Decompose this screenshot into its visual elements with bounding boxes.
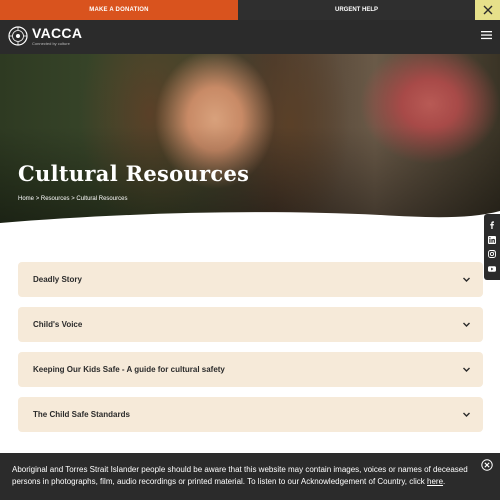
site-header: VACCA Connected by culture bbox=[0, 20, 500, 54]
breadcrumb-resources[interactable]: Resources bbox=[41, 196, 70, 202]
acknowledgement-link[interactable]: here bbox=[427, 477, 443, 486]
accordion-label: Deadly Story bbox=[33, 275, 82, 284]
hamburger-menu-icon[interactable] bbox=[481, 30, 492, 40]
logo-name: VACCA bbox=[32, 25, 83, 41]
accordion-item[interactable]: The Child Safe Standards bbox=[18, 397, 483, 432]
acknowledgement-banner: Aboriginal and Torres Strait Islander pe… bbox=[0, 453, 500, 500]
top-bar: MAKE A DONATION URGENT HELP bbox=[0, 0, 500, 20]
facebook-icon[interactable] bbox=[488, 221, 496, 229]
top-bar-close-button[interactable] bbox=[475, 0, 500, 20]
vacca-emblem-icon bbox=[8, 26, 28, 46]
accordion-label: The Child Safe Standards bbox=[33, 410, 130, 419]
breadcrumb-home[interactable]: Home bbox=[18, 196, 34, 202]
breadcrumb: Home > Resources > Cultural Resources bbox=[18, 195, 127, 203]
accordion-item[interactable]: Keeping Our Kids Safe - A guide for cult… bbox=[18, 352, 483, 387]
close-circle-icon[interactable] bbox=[481, 459, 493, 471]
instagram-icon[interactable] bbox=[488, 250, 496, 259]
accordion-item[interactable]: Child's Voice bbox=[18, 307, 483, 342]
close-icon bbox=[483, 5, 492, 15]
youtube-icon[interactable] bbox=[488, 265, 496, 273]
chevron-down-icon bbox=[463, 367, 470, 372]
linkedin-icon[interactable] bbox=[488, 235, 496, 244]
hero-wave-divider bbox=[0, 211, 500, 235]
page-title: Cultural Resources bbox=[18, 161, 250, 186]
accordion-label: Keeping Our Kids Safe - A guide for cult… bbox=[33, 365, 225, 374]
hero-banner-image bbox=[0, 54, 500, 235]
logo-tagline: Connected by culture bbox=[32, 41, 70, 46]
acknowledgement-text: Aboriginal and Torres Strait Islander pe… bbox=[12, 465, 468, 486]
breadcrumb-current: Cultural Resources bbox=[76, 196, 128, 202]
chevron-down-icon bbox=[463, 412, 470, 417]
accordion-item[interactable]: Deadly Story bbox=[18, 262, 483, 297]
accordion-label: Child's Voice bbox=[33, 320, 83, 329]
make-donation-button[interactable]: MAKE A DONATION bbox=[0, 0, 238, 20]
urgent-help-button[interactable]: URGENT HELP bbox=[238, 0, 475, 20]
chevron-down-icon bbox=[463, 277, 470, 282]
social-sidebar bbox=[484, 214, 500, 280]
logo[interactable]: VACCA Connected by culture bbox=[8, 26, 82, 46]
chevron-down-icon bbox=[463, 322, 470, 327]
